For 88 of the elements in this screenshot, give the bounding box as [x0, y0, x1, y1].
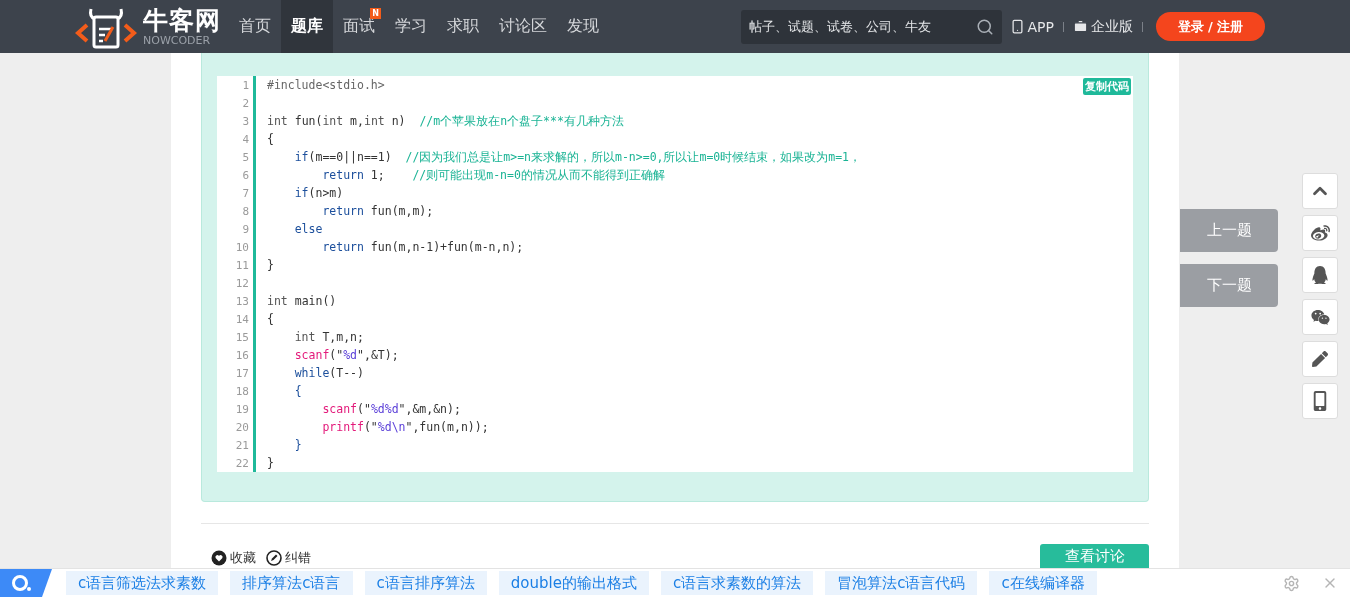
related-search-tag[interactable]: c语言筛选法求素数: [66, 571, 219, 595]
code-line: int fun(int m,int n) //m个苹果放在n个盘子***有几种方法: [267, 113, 624, 129]
code-line: printf("%d\n",fun(m,n));: [321, 420, 489, 434]
code-line: scanf("%d",&T);: [293, 348, 399, 362]
phone-icon: [1009, 19, 1025, 34]
code-line: else: [293, 222, 323, 236]
chat-bubbles-icon: [1310, 307, 1330, 327]
login-button[interactable]: 登录 / 注册: [1156, 12, 1265, 41]
code-line: int main(): [267, 294, 337, 308]
question-nav-button[interactable]: 下一题: [1180, 264, 1278, 307]
line-number: 13: [234, 294, 250, 308]
code-line: return 1; //则可能出现m-n=0的情况从而不能得到正确解: [321, 167, 665, 183]
settings-icon: [1283, 574, 1300, 592]
site-name: 牛客网: [143, 7, 221, 33]
line-number: 16: [234, 348, 250, 362]
code-line: {: [267, 312, 274, 326]
code-line: {: [267, 132, 274, 146]
report-link[interactable]: 纠错: [266, 548, 311, 567]
line-number: 12: [234, 276, 250, 290]
line-number: 20: [234, 420, 250, 434]
penguin-icon: [1311, 266, 1329, 284]
related-search-tag[interactable]: 排序算法c语言: [230, 571, 353, 595]
action-label: 纠错: [285, 548, 311, 567]
line-number: 22: [234, 456, 250, 470]
line-number: 10: [234, 240, 250, 254]
briefcase-icon: [1073, 19, 1088, 34]
line-number: 11: [234, 258, 250, 272]
question-nav-button[interactable]: 上一题: [1180, 209, 1278, 252]
code-line: if(n>m): [293, 186, 344, 200]
app-link[interactable]: APP: [1009, 18, 1054, 35]
code-line: if(m==0||n==1) //因为我们总是让m>=n来求解的，所以m-n>=0,所以让m=0时候结束，如果改为m=1，: [293, 149, 862, 165]
qq-share-button[interactable]: [1302, 257, 1338, 293]
nav-tab[interactable]: 讨论区: [489, 0, 557, 53]
related-search-tag[interactable]: c语言排序算法: [364, 571, 487, 595]
line-number: 19: [234, 402, 250, 416]
enterprise-link[interactable]: 企业版: [1073, 17, 1133, 36]
line-number: 17: [234, 366, 250, 380]
wechat-share-button[interactable]: [1302, 299, 1338, 335]
view-discussion-button[interactable]: 查看讨论: [1040, 544, 1149, 569]
back-to-top-button[interactable]: [1302, 173, 1338, 209]
search-field[interactable]: 帖子、试题、试卷、公司、牛友: [740, 9, 1002, 44]
nav-tab[interactable]: 发现: [557, 0, 609, 53]
related-search-tag[interactable]: c语言求素数的算法: [660, 571, 814, 595]
related-search-tag[interactable]: double的输出格式: [498, 571, 649, 595]
new-badge: N: [370, 8, 381, 19]
line-number: 15: [234, 330, 250, 344]
nav-tab[interactable]: 求职: [437, 0, 489, 53]
code-line: while(T--): [293, 366, 364, 380]
feedback-button[interactable]: [1302, 341, 1338, 377]
copy-code-button[interactable]: 复制代码: [1083, 78, 1131, 95]
search-icon: [975, 17, 994, 36]
nav-tab[interactable]: 首页: [229, 0, 281, 53]
link-label: 企业版: [1091, 17, 1133, 36]
line-number: 7: [241, 186, 250, 200]
line-number: 14: [234, 312, 250, 326]
related-search-tag[interactable]: c在线编译器: [989, 571, 1097, 595]
line-number: 3: [241, 114, 250, 128]
link-label: APP: [1027, 18, 1054, 35]
line-number: 2: [241, 96, 250, 110]
code-line: scanf("%d%d",&m,&n);: [321, 402, 461, 416]
code-line: }: [267, 258, 274, 272]
line-number: 6: [241, 168, 250, 182]
code-line: }: [267, 456, 274, 470]
weibo-share-button[interactable]: [1302, 215, 1338, 251]
line-number: 1: [241, 78, 250, 92]
code-line: #include<stdio.h>: [267, 78, 385, 92]
code-line: return fun(m,m);: [321, 204, 434, 218]
mobile-button[interactable]: [1302, 383, 1338, 419]
nav-tab[interactable]: 题库: [281, 0, 333, 53]
code-line: }: [293, 438, 302, 452]
code-line: int T,m,n;: [293, 330, 364, 344]
pencil-icon: [1312, 351, 1328, 367]
line-number: 18: [234, 384, 250, 398]
weibo-icon: [1310, 223, 1330, 243]
line-number: 21: [234, 438, 250, 452]
related-search-tag[interactable]: 冒泡算法c语言代码: [825, 571, 978, 595]
line-number: 4: [241, 132, 250, 146]
nav-tab[interactable]: 学习: [385, 0, 437, 53]
line-number: 9: [241, 222, 250, 236]
code-line: return fun(m,n-1)+fun(m-n,n);: [321, 240, 524, 254]
line-number: 8: [241, 204, 250, 218]
line-number: 5: [241, 150, 250, 164]
favorite-link[interactable]: 收藏: [211, 548, 256, 567]
nav-tab[interactable]: 面试 N: [333, 0, 385, 53]
code-line: {: [293, 384, 302, 398]
site-subtitle: NOWCODER: [143, 34, 212, 46]
pencil-icon: [266, 549, 282, 566]
action-label: 收藏: [230, 548, 256, 567]
